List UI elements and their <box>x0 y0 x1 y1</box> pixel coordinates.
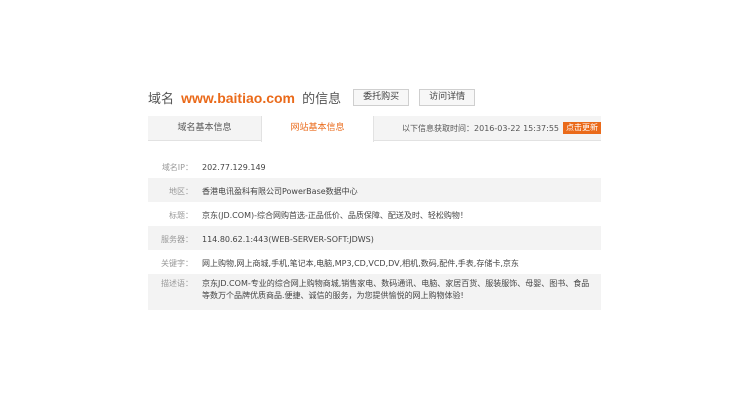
domain-info-panel: 域名 www.baitiao.com 的信息 委托购买 访问详情 域名基本信息 … <box>148 86 601 310</box>
row-value: 京东JD.COM-专业的综合网上购物商城,销售家电、数码通讯、电脑、家居百货、服… <box>202 279 590 300</box>
row-value: 京东(JD.COM)-综合网购首选-正品低价、品质保障、配送及时、轻松购物！ <box>202 211 468 220</box>
table-row: 标题： 京东(JD.COM)-综合网购首选-正品低价、品质保障、配送及时、轻松购… <box>148 202 601 226</box>
domain-name: www.baitiao.com <box>181 89 295 106</box>
row-value: 202.77.129.149 <box>202 163 266 172</box>
visit-details-button[interactable]: 访问详情 <box>419 88 476 106</box>
table-row: 描述语： 京东JD.COM-专业的综合网上购物商城,销售家电、数码通讯、电脑、家… <box>148 274 601 310</box>
row-label: 描述语： <box>161 279 193 288</box>
table-row: 关键字： 网上购物,网上商城,手机,笔记本,电脑,MP3,CD,VCD,DV,相… <box>148 250 601 274</box>
header: 域名 www.baitiao.com 的信息 委托购买 访问详情 <box>148 86 601 108</box>
tab-website-basic-info[interactable]: 网站基本信息 <box>261 116 374 142</box>
row-label: 服务器： <box>161 235 193 244</box>
row-label: 地区： <box>169 187 193 196</box>
fetch-time-text: 以下信息获取时间：2016-03-22 15:37:55 <box>402 123 559 133</box>
row-value: 114.80.62.1:443(WEB-SERVER-SOFT:JDWS) <box>202 235 374 244</box>
title-prefix: 域名 <box>148 91 175 107</box>
fetch-time-info: 以下信息获取时间：2016-03-22 15:37:55 点击更新 <box>402 122 601 134</box>
tab-bar: 域名基本信息 网站基本信息 以下信息获取时间：2016-03-22 15:37:… <box>148 116 601 142</box>
refresh-button[interactable]: 点击更新 <box>563 122 601 134</box>
row-value: 香港电讯盈科有限公司PowerBase数据中心 <box>202 187 358 196</box>
title-suffix: 的信息 <box>302 91 342 107</box>
page-title: 域名 www.baitiao.com 的信息 <box>148 88 341 107</box>
table-row: 地区： 香港电讯盈科有限公司PowerBase数据中心 <box>148 178 601 202</box>
row-label: 关键字： <box>161 259 193 268</box>
table-row: 域名IP： 202.77.129.149 <box>148 154 601 178</box>
row-label: 域名IP： <box>161 163 193 172</box>
info-table: 域名IP： 202.77.129.149 地区： 香港电讯盈科有限公司Power… <box>148 154 601 310</box>
entrust-purchase-button[interactable]: 委托购买 <box>353 88 410 106</box>
row-value: 网上购物,网上商城,手机,笔记本,电脑,MP3,CD,VCD,DV,相机,数码,… <box>202 259 519 268</box>
row-label: 标题： <box>169 211 193 220</box>
tab-domain-basic-info[interactable]: 域名基本信息 <box>148 116 261 141</box>
table-row: 服务器： 114.80.62.1:443(WEB-SERVER-SOFT:JDW… <box>148 226 601 250</box>
